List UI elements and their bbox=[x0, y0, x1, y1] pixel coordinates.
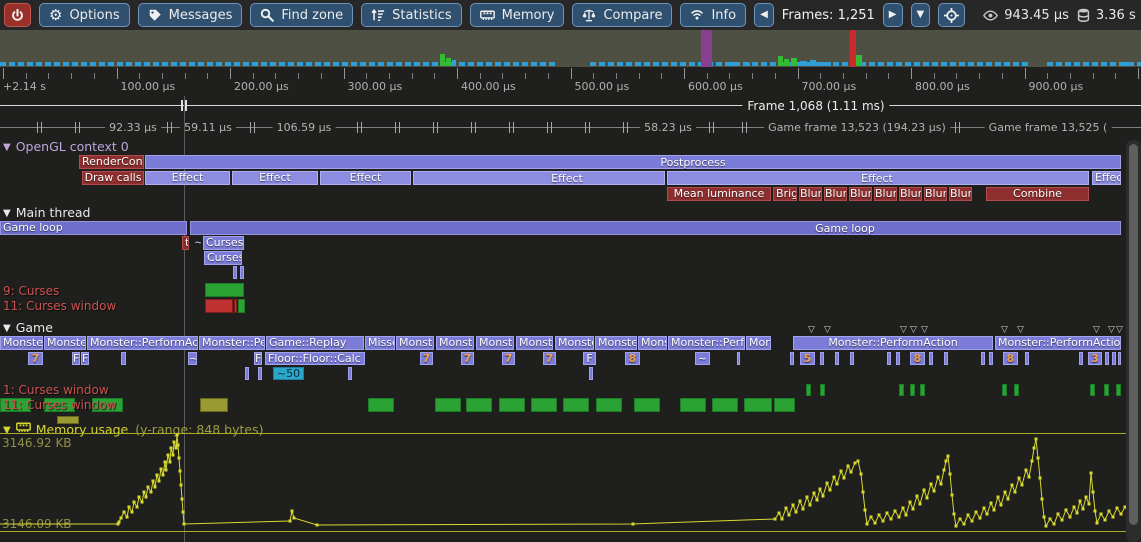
view-span-value: 943.45 μs bbox=[1004, 8, 1069, 23]
signal-icon bbox=[690, 8, 704, 22]
options-label: Options bbox=[69, 8, 119, 23]
capture-time-value: 3.36 s bbox=[1096, 8, 1136, 23]
right-arrow-icon: ▶ bbox=[889, 8, 897, 22]
compare-label: Compare bbox=[603, 8, 662, 23]
statistics-label: Statistics bbox=[392, 8, 451, 23]
frames-label: Frames: 1,251 bbox=[782, 8, 875, 23]
tags-icon bbox=[148, 8, 162, 22]
view-span-stat: 943.45 μs bbox=[983, 8, 1069, 23]
toolbar: ⚙ Options Messages Find zone Statistics M… bbox=[0, 0, 1141, 30]
left-arrow-icon: ◀ bbox=[760, 8, 768, 22]
capture-time-stat: 3.36 s bbox=[1077, 8, 1136, 23]
database-icon bbox=[1077, 8, 1090, 22]
statistics-button[interactable]: Statistics bbox=[361, 3, 461, 27]
find-zone-label: Find zone bbox=[281, 8, 343, 23]
memory-graph: ▼Memory usage(y-range: 848 bytes)3146.92… bbox=[0, 0, 1141, 542]
scales-icon bbox=[582, 8, 596, 22]
sort-bars-icon bbox=[371, 8, 385, 22]
messages-button[interactable]: Messages bbox=[138, 3, 243, 27]
eye-icon bbox=[983, 9, 998, 22]
options-button[interactable]: ⚙ Options bbox=[39, 3, 130, 27]
memory-button[interactable]: Memory bbox=[470, 3, 565, 27]
info-button[interactable]: Info bbox=[680, 3, 746, 27]
search-icon bbox=[260, 8, 274, 22]
gear-icon: ⚙ bbox=[49, 8, 62, 22]
memory-plot[interactable] bbox=[0, 0, 1141, 542]
memory-label: Memory bbox=[502, 8, 555, 23]
info-label: Info bbox=[711, 8, 736, 23]
memory-chip-icon bbox=[480, 8, 495, 22]
power-icon bbox=[11, 9, 24, 22]
messages-label: Messages bbox=[169, 8, 233, 23]
power-button[interactable] bbox=[4, 3, 31, 27]
compare-button[interactable]: Compare bbox=[572, 3, 672, 27]
crosshair-icon bbox=[944, 8, 959, 23]
scrollbar-thumb[interactable] bbox=[1129, 144, 1138, 525]
zoom-out-button[interactable]: ▼ bbox=[911, 3, 931, 27]
down-arrow-icon: ▼ bbox=[917, 8, 925, 22]
prev-frame-button[interactable]: ◀ bbox=[754, 3, 774, 27]
locate-frame-button[interactable] bbox=[938, 3, 965, 27]
next-frame-button[interactable]: ▶ bbox=[883, 3, 903, 27]
tracy-profiler-window: ⚙ Options Messages Find zone Statistics M… bbox=[0, 0, 1141, 542]
find-zone-button[interactable]: Find zone bbox=[250, 3, 353, 27]
